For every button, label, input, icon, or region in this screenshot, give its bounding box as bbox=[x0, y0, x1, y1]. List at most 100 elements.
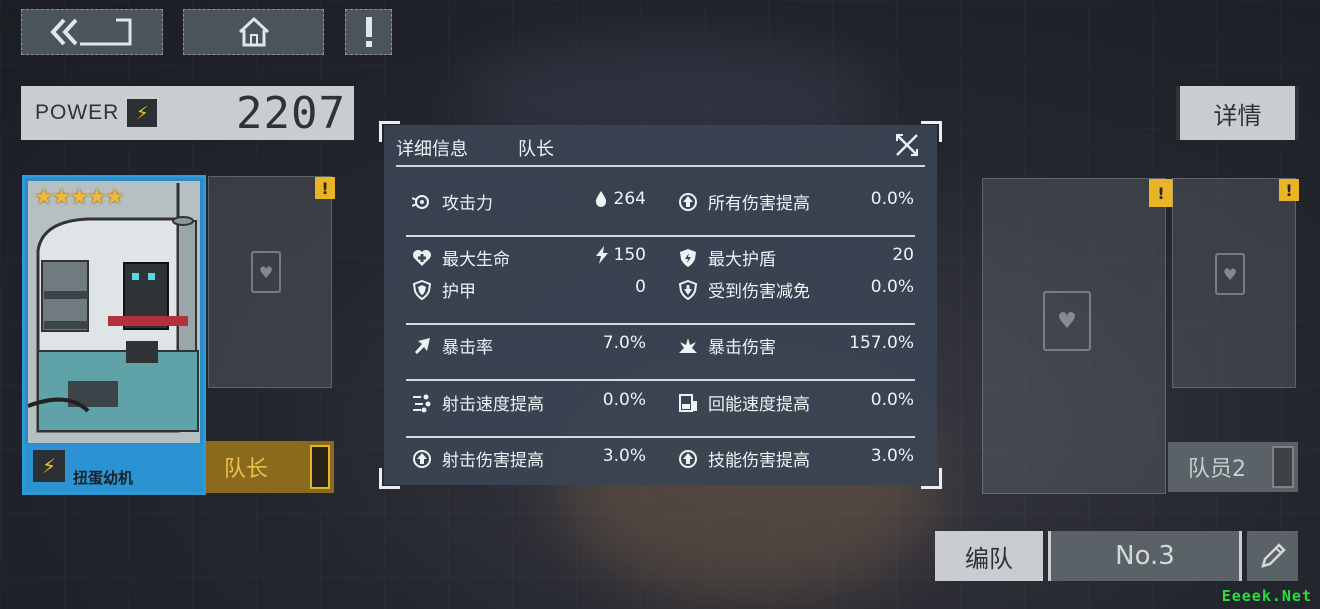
stat-value: 157.0% bbox=[849, 333, 914, 353]
stat-value: 0.0% bbox=[870, 277, 914, 297]
stat-energy-regen: 回能速度提高 bbox=[678, 390, 810, 415]
stat-label: 技能伤害提高 bbox=[708, 451, 810, 471]
card-heart-icon: ♥ bbox=[1043, 291, 1091, 351]
alert-button[interactable] bbox=[345, 9, 392, 55]
close-icon bbox=[896, 134, 918, 156]
energy-regen-icon bbox=[678, 393, 698, 413]
team-number-selector[interactable]: No.3 bbox=[1048, 531, 1242, 581]
drop-icon bbox=[595, 191, 606, 207]
stat-label: 所有伤害提高 bbox=[708, 194, 810, 214]
card-heart-icon: ♥ bbox=[251, 251, 281, 293]
frame-corner bbox=[921, 468, 942, 489]
stat-attack: 攻击力 bbox=[412, 189, 493, 214]
lightning-icon: ⚡ bbox=[33, 450, 65, 482]
modal-header-divider bbox=[396, 165, 925, 167]
team-slot-empty[interactable]: ! ♥ bbox=[1172, 178, 1299, 388]
fire-rate-icon bbox=[412, 393, 432, 413]
warning-icon: ! bbox=[315, 177, 335, 199]
stat-skill-damage: 技能伤害提高 bbox=[678, 446, 810, 471]
stat-label: 护甲 bbox=[442, 282, 476, 302]
stat-armor: 护甲 bbox=[412, 277, 476, 302]
stat-value: 0.0% bbox=[870, 189, 914, 209]
stat-label: 射击速度提高 bbox=[442, 395, 544, 415]
stat-crit-rate: 暴击率 bbox=[412, 333, 493, 358]
stat-fire-rate: 射击速度提高 bbox=[412, 390, 544, 415]
stat-max-hp: 最大生命 bbox=[412, 245, 510, 270]
stat-shot-damage: 射击伤害提高 bbox=[412, 446, 544, 471]
power-panel: POWER ⚡ 2207 bbox=[21, 86, 354, 140]
stat-label: 暴击率 bbox=[442, 338, 493, 358]
frame-corner bbox=[921, 121, 942, 142]
home-icon bbox=[238, 16, 269, 47]
leader-character-card[interactable]: ★★★★★ ⚡ 扭蛋幼机 bbox=[22, 175, 206, 495]
modal-tab-leader[interactable]: 队长 bbox=[518, 135, 554, 161]
arrow-up-circle-icon bbox=[412, 449, 432, 469]
member-slot-bar bbox=[1272, 446, 1294, 488]
team-label: 编队 bbox=[935, 531, 1043, 581]
star-rating: ★★★★★ bbox=[34, 185, 125, 210]
back-arrow-icon bbox=[50, 18, 132, 46]
attack-icon bbox=[412, 192, 432, 212]
leader-tag-bar bbox=[310, 445, 330, 489]
warning-icon: ! bbox=[1279, 179, 1299, 201]
section-divider bbox=[406, 235, 915, 237]
detail-info-modal: 详细信息 队长 攻击力 264 所有伤害提高 0.0% 最大生命 150 最大护… bbox=[379, 121, 942, 489]
stat-label: 受到伤害减免 bbox=[708, 282, 810, 302]
stat-label: 最大生命 bbox=[442, 250, 510, 270]
lightning-icon: ⚡ bbox=[127, 99, 158, 127]
character-name: 扭蛋幼机 bbox=[73, 469, 134, 487]
stat-value-text: 150 bbox=[613, 245, 646, 265]
shield-down-icon bbox=[678, 279, 698, 300]
character-portrait: ★★★★★ bbox=[28, 181, 200, 443]
team-slot-empty[interactable]: ! ♥ bbox=[208, 176, 335, 388]
member-slot-2-tag[interactable]: 队员2 bbox=[1168, 442, 1298, 492]
stat-value: 150 bbox=[564, 245, 646, 265]
section-divider bbox=[406, 379, 915, 381]
stat-label: 射击伤害提高 bbox=[442, 451, 544, 471]
power-value: 2207 bbox=[236, 87, 346, 139]
stat-value: 0.0% bbox=[602, 390, 646, 410]
stat-label: 攻击力 bbox=[442, 194, 493, 214]
stat-all-damage: 所有伤害提高 bbox=[678, 189, 810, 214]
stat-damage-reduction: 受到伤害减免 bbox=[678, 277, 810, 302]
shield-icon bbox=[412, 279, 432, 300]
home-button[interactable] bbox=[183, 9, 324, 55]
crit-arrow-icon bbox=[412, 336, 432, 356]
stat-max-shield: 最大护盾 bbox=[678, 245, 776, 270]
warning-icon: ! bbox=[1149, 179, 1173, 207]
stat-value: 0 bbox=[635, 277, 646, 297]
arrow-up-circle-icon bbox=[678, 449, 698, 469]
team-slot-empty[interactable]: ! ♥ bbox=[982, 178, 1173, 494]
explosion-icon bbox=[678, 336, 698, 356]
stat-value: 20 bbox=[892, 245, 914, 265]
character-name-bar: ⚡ 扭蛋幼机 bbox=[25, 444, 203, 492]
stat-label: 暴击伤害 bbox=[708, 338, 776, 358]
stat-crit-damage: 暴击伤害 bbox=[678, 333, 776, 358]
stat-label: 最大护盾 bbox=[708, 250, 776, 270]
back-button[interactable] bbox=[21, 9, 163, 55]
arrow-up-circle-icon bbox=[678, 192, 698, 212]
stat-value: 3.0% bbox=[870, 446, 914, 466]
shield-bolt-icon bbox=[678, 248, 698, 268]
bolt-icon bbox=[595, 246, 608, 264]
modal-title: 详细信息 bbox=[396, 139, 468, 160]
heart-plus-icon bbox=[412, 248, 432, 268]
pencil-icon bbox=[1260, 543, 1286, 568]
stat-value: 3.0% bbox=[602, 446, 646, 466]
section-divider bbox=[406, 323, 915, 325]
stat-label: 回能速度提高 bbox=[708, 395, 810, 415]
leader-tag: 队长 bbox=[206, 441, 334, 493]
member-slot-label: 队员2 bbox=[1188, 457, 1246, 482]
frame-corner bbox=[379, 468, 400, 489]
card-heart-icon: ♥ bbox=[1215, 253, 1245, 295]
section-divider bbox=[406, 436, 915, 438]
stat-value: 0.0% bbox=[870, 390, 914, 410]
stat-value-text: 264 bbox=[613, 189, 646, 209]
detail-button[interactable]: 详情 bbox=[1176, 86, 1299, 140]
exclamation-icon bbox=[365, 17, 372, 47]
leader-tag-label: 队长 bbox=[224, 457, 269, 482]
watermark: Eeeek.Net bbox=[1221, 587, 1312, 605]
close-button[interactable] bbox=[893, 131, 921, 159]
edit-team-button[interactable] bbox=[1247, 531, 1298, 581]
stat-value: 7.0% bbox=[602, 333, 646, 353]
